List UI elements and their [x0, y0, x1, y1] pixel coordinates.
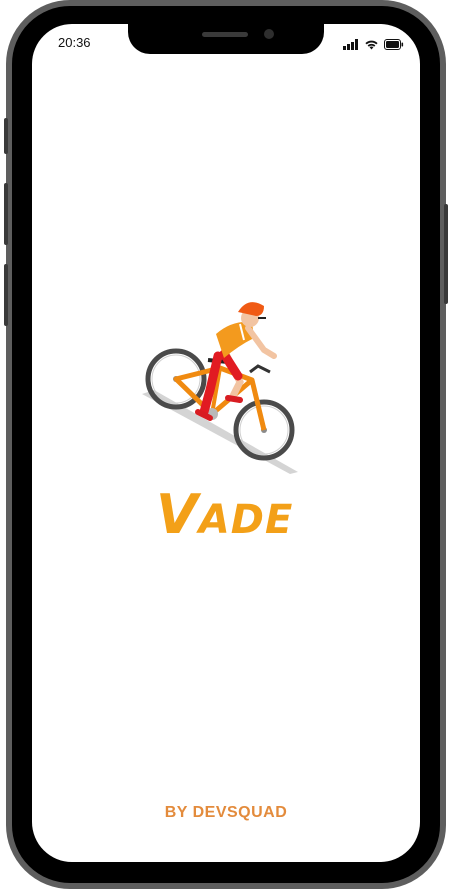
volume-up-button	[4, 183, 8, 245]
app-logo-initial: V	[156, 483, 199, 546]
volume-down-button	[4, 264, 8, 326]
power-button	[444, 204, 448, 304]
battery-icon	[384, 38, 404, 50]
front-camera	[264, 29, 274, 39]
status-icons	[343, 38, 404, 50]
cellular-signal-icon	[343, 38, 358, 50]
wifi-icon	[365, 40, 378, 49]
cyclist-illustration	[142, 302, 298, 474]
notch	[128, 22, 324, 54]
app-logo: VADE	[156, 488, 296, 542]
app-logo-rest: ADE	[198, 497, 294, 543]
status-time: 20:36	[58, 35, 91, 50]
byline: BY DEVSQUAD	[164, 804, 288, 821]
silent-switch	[4, 118, 8, 154]
earpiece-speaker	[202, 32, 248, 37]
